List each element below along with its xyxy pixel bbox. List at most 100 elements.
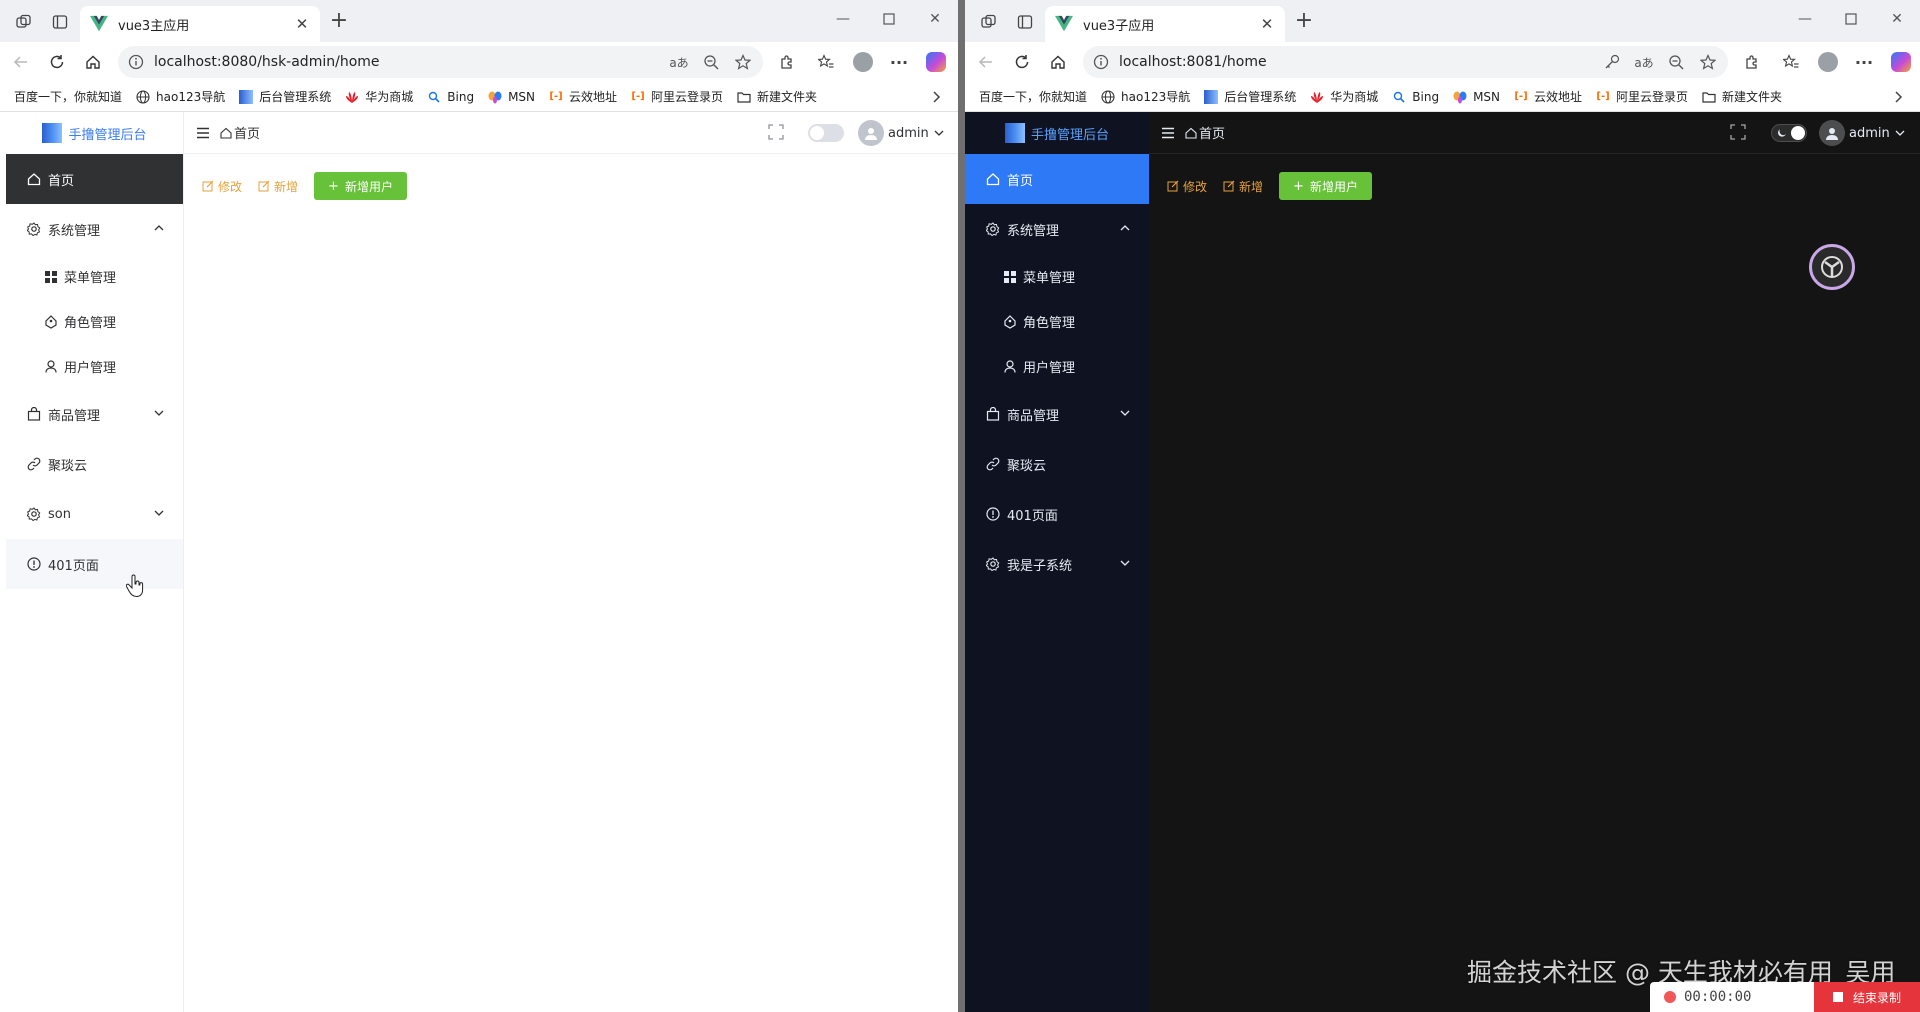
bookmark-item[interactable]: hao123导航 — [1101, 88, 1190, 105]
menu-item-roles[interactable]: 角色管理 — [965, 299, 1149, 344]
bookmark-item[interactable]: [-] 云效地址 — [1514, 88, 1582, 105]
bookmark-item[interactable]: 百度一下，你就知道 — [14, 88, 122, 105]
copilot-icon[interactable] — [1890, 51, 1912, 73]
favorite-star-icon[interactable] — [1698, 52, 1718, 72]
add-user-button[interactable]: + 新增用户 — [1279, 172, 1372, 200]
browser-tab-active[interactable]: vue3主应用 ✕ — [80, 6, 320, 42]
zoom-out-icon[interactable] — [701, 52, 721, 72]
tab-actions-icon[interactable] — [1015, 12, 1035, 32]
back-icon[interactable] — [975, 51, 997, 73]
close-window-icon[interactable]: ✕ — [924, 8, 946, 30]
fullscreen-icon[interactable] — [768, 124, 784, 140]
minimize-icon[interactable]: — — [832, 8, 854, 30]
bookmark-item[interactable]: [-] 云效地址 — [549, 88, 617, 105]
close-window-icon[interactable]: ✕ — [1886, 8, 1908, 30]
menu-item-users[interactable]: 用户管理 — [6, 344, 183, 389]
url-text[interactable]: localhost:8080/hsk-admin/home — [154, 54, 657, 70]
more-menu-icon[interactable]: ··· — [1853, 51, 1875, 73]
menu-item-roles[interactable]: 角色管理 — [6, 299, 183, 344]
menu-item-home[interactable]: 首页 — [6, 154, 183, 204]
address-bar[interactable]: localhost:8080/hsk-admin/home aあ — [118, 46, 763, 78]
bookmark-folder[interactable]: 新建文件夹 — [1702, 88, 1782, 105]
browser-tab-active[interactable]: vue3子应用 ✕ — [1045, 6, 1285, 42]
minimize-icon[interactable]: — — [1794, 8, 1816, 30]
zoom-out-icon[interactable] — [1666, 52, 1686, 72]
menu-item-users[interactable]: 用户管理 — [965, 344, 1149, 389]
bookmark-item[interactable]: Bing — [427, 90, 474, 104]
profile-avatar[interactable] — [1817, 51, 1839, 73]
favorites-icon[interactable] — [1780, 51, 1802, 73]
workspaces-icon[interactable] — [979, 12, 999, 32]
address-bar[interactable]: localhost:8081/home aあ — [1083, 46, 1728, 78]
menu-item-subsystem[interactable]: 我是子系统 — [965, 539, 1149, 589]
stop-recording-button[interactable]: 结束录制 — [1814, 982, 1920, 1012]
menu-item-401[interactable]: 401页面 — [965, 489, 1149, 539]
home-icon[interactable] — [82, 51, 104, 73]
bookmark-item[interactable]: 后台管理系统 — [239, 88, 331, 105]
user-dropdown[interactable]: admin — [858, 120, 945, 146]
back-icon[interactable] — [10, 51, 32, 73]
close-tab-icon[interactable]: ✕ — [1259, 15, 1275, 33]
menu-item-jushuitan[interactable]: 聚琰云 — [6, 439, 183, 489]
add-user-button[interactable]: + 新增用户 — [314, 172, 407, 200]
breadcrumb[interactable]: 首页 — [1185, 123, 1225, 142]
add-button[interactable]: 新增 — [258, 178, 298, 195]
bookmark-folder[interactable]: 新建文件夹 — [737, 88, 817, 105]
dark-mode-switch[interactable] — [808, 124, 844, 142]
user-dropdown[interactable]: admin — [1819, 120, 1906, 146]
app-logo[interactable]: 手撸管理后台 — [6, 112, 183, 154]
menu-item-jushuitan[interactable]: 聚琰云 — [965, 439, 1149, 489]
key-icon[interactable] — [1602, 52, 1622, 72]
more-menu-icon[interactable]: ··· — [888, 51, 910, 73]
chevron-right-icon[interactable] — [1890, 89, 1906, 105]
favorites-icon[interactable] — [815, 51, 837, 73]
url-text[interactable]: localhost:8081/home — [1119, 54, 1590, 70]
bookmark-item[interactable]: 后台管理系统 — [1204, 88, 1296, 105]
copilot-icon[interactable] — [925, 51, 947, 73]
read-aloud-icon[interactable]: aあ — [669, 52, 689, 72]
menu-item-goods[interactable]: 商品管理 — [965, 389, 1149, 439]
bookmark-item[interactable]: MSN — [488, 90, 535, 104]
home-icon[interactable] — [1047, 51, 1069, 73]
new-tab-button[interactable]: + — [328, 10, 350, 32]
extensions-icon[interactable] — [1741, 51, 1763, 73]
menu-item-home[interactable]: 首页 — [965, 154, 1149, 204]
chevron-right-icon[interactable] — [928, 89, 944, 105]
menu-fold-icon[interactable] — [194, 124, 212, 142]
read-aloud-icon[interactable]: aあ — [1634, 52, 1654, 72]
refresh-icon[interactable] — [1011, 51, 1033, 73]
menu-item-system[interactable]: 系统管理 — [965, 204, 1149, 254]
favorite-star-icon[interactable] — [733, 52, 753, 72]
maximize-icon[interactable] — [878, 8, 900, 30]
add-button[interactable]: 新增 — [1223, 178, 1263, 195]
site-info-icon[interactable] — [1093, 54, 1109, 70]
profile-avatar[interactable] — [852, 51, 874, 73]
bookmark-item[interactable]: MSN — [1453, 90, 1500, 104]
refresh-icon[interactable] — [46, 51, 68, 73]
dark-mode-switch[interactable] — [1771, 124, 1807, 142]
edit-button[interactable]: 修改 — [202, 178, 242, 195]
bookmark-item[interactable]: [-] 阿里云登录页 — [631, 88, 723, 105]
site-info-icon[interactable] — [128, 54, 144, 70]
menu-item-system[interactable]: 系统管理 — [6, 204, 183, 254]
maximize-icon[interactable] — [1840, 8, 1862, 30]
bookmark-item[interactable]: 华为商城 — [1310, 88, 1378, 105]
new-tab-button[interactable]: + — [1293, 10, 1315, 32]
menu-item-goods[interactable]: 商品管理 — [6, 389, 183, 439]
edit-button[interactable]: 修改 — [1167, 178, 1207, 195]
breadcrumb[interactable]: 首页 — [220, 123, 260, 142]
bookmark-item[interactable]: 百度一下，你就知道 — [979, 88, 1087, 105]
bookmark-item[interactable]: Bing — [1392, 90, 1439, 104]
bookmark-item[interactable]: [-] 阿里云登录页 — [1596, 88, 1688, 105]
menu-item-son[interactable]: son — [6, 489, 183, 539]
close-tab-icon[interactable]: ✕ — [294, 15, 310, 33]
workspaces-icon[interactable] — [14, 12, 34, 32]
bookmark-item[interactable]: 华为商城 — [345, 88, 413, 105]
menu-item-menus[interactable]: 菜单管理 — [965, 254, 1149, 299]
tab-actions-icon[interactable] — [50, 12, 70, 32]
menu-item-401[interactable]: 401页面 — [6, 539, 183, 589]
fullscreen-icon[interactable] — [1730, 124, 1746, 140]
app-logo[interactable]: 手撸管理后台 — [965, 112, 1149, 154]
extensions-icon[interactable] — [776, 51, 798, 73]
menu-item-menus[interactable]: 菜单管理 — [6, 254, 183, 299]
